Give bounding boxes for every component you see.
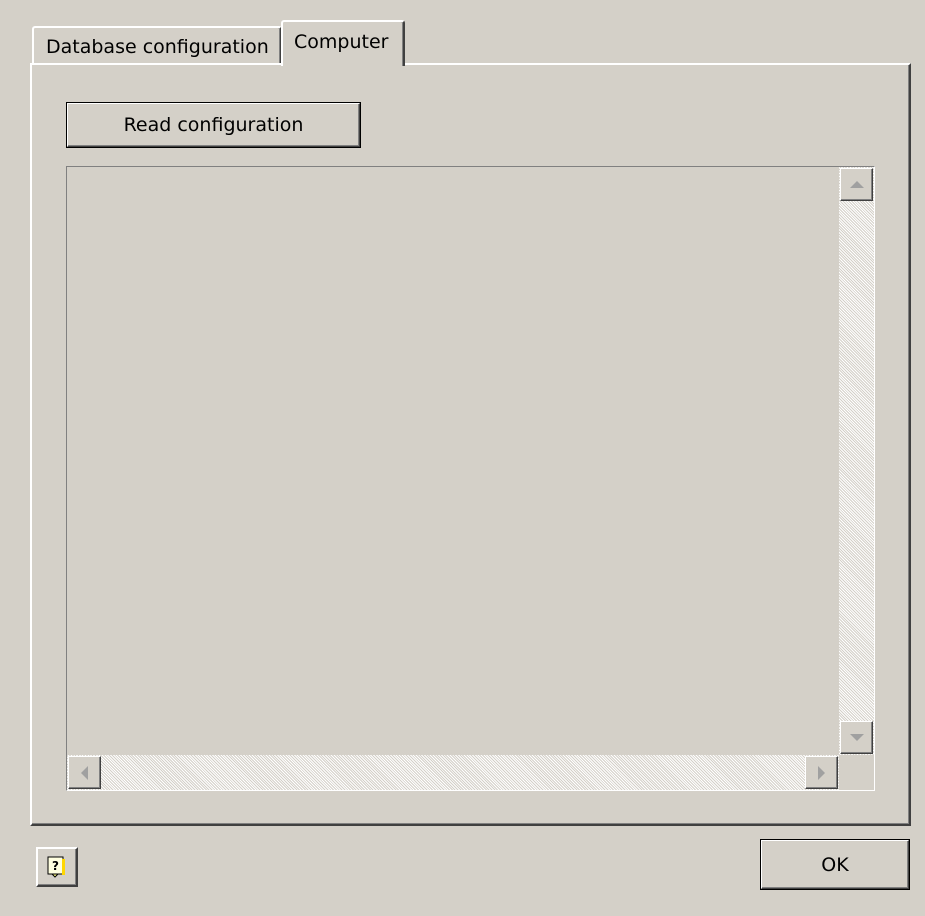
tab-computer-label: Computer [294,31,389,53]
tab-database-configuration[interactable]: Database configuration [32,26,282,64]
ok-label: OK [821,853,849,876]
help-button[interactable]: ? [36,847,78,887]
horizontal-scrollbar[interactable] [67,755,839,790]
read-configuration-button[interactable]: Read configuration [66,102,361,148]
scroll-right-button[interactable] [805,756,838,789]
configuration-output-content [67,167,839,755]
read-configuration-label: Read configuration [123,114,304,136]
configuration-dialog: Database configuration Computer Read con… [0,0,925,916]
vertical-scrollbar[interactable] [839,167,874,755]
configuration-output-area[interactable] [66,166,875,791]
arrow-up-icon [849,181,864,188]
scroll-left-button[interactable] [68,756,101,789]
arrow-down-icon [849,734,864,741]
help-icon: ? [47,856,65,878]
arrow-right-icon [818,765,825,780]
ok-button[interactable]: OK [760,839,910,890]
scroll-up-button[interactable] [840,168,873,201]
tab-database-configuration-label: Database configuration [46,36,269,58]
tab-computer[interactable]: Computer [281,20,405,66]
arrow-left-icon [81,765,88,780]
scrollbar-corner [839,755,874,790]
svg-text:?: ? [52,859,59,873]
scroll-down-button[interactable] [840,721,873,754]
